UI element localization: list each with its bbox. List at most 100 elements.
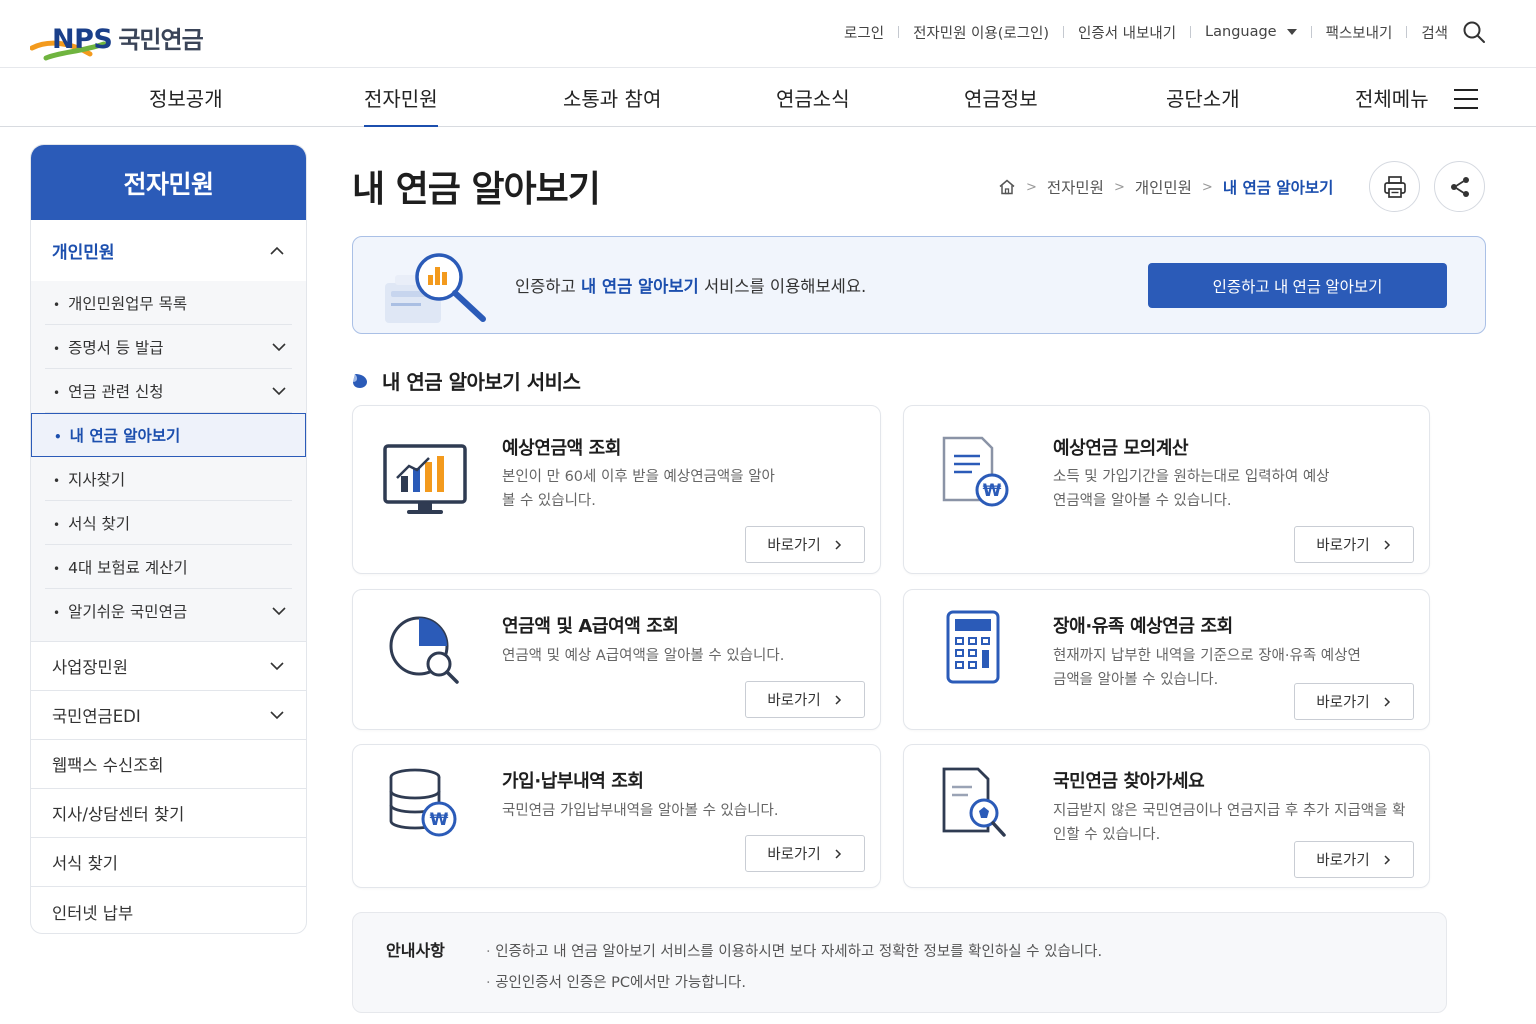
nps-logo[interactable]: NPS 국민연금 [30,18,250,64]
divider [898,26,900,38]
hamburger-icon[interactable] [1454,89,1480,109]
civil-login-link[interactable]: 전자민원 이용(로그인) [913,22,1049,43]
go-button[interactable]: 바로가기 [1294,841,1414,878]
divider [1310,26,1312,38]
go-label: 바로가기 [1316,853,1370,869]
share-button[interactable] [1434,161,1485,212]
sidebar-item-pension-apply[interactable]: • 연금 관련 신청 [45,369,292,413]
monitor-chart-icon [383,444,467,514]
card-desc: 소득 및 가입기간을 원하는대로 입력하여 예상연금액을 알아볼 수 있습니다. [1053,469,1330,509]
gnb-item-news[interactable]: 연금소식 [776,83,850,127]
service-card-payment-history: ₩ 가입·납부내역 조회 국민연금 가입납부내역을 알아볼 수 있습니다. 바로… [352,744,881,888]
auth-button[interactable]: 인증하고 내 연금 알아보기 [1148,263,1447,308]
gnb-item-all-menu[interactable]: 전체메뉴 [1355,83,1429,127]
sidebar-item-civil-list[interactable]: • 개인민원업무 목록 [45,281,292,325]
chevron-down-icon [270,711,284,720]
go-button[interactable]: 바로가기 [1294,526,1414,563]
sidebar-submenu: • 개인민원업무 목록 • 증명서 등 발급 • 연금 관련 신청 • 내 연금 알아보… [31,281,306,642]
document-won-icon: ₩ [942,436,1009,507]
sidebar-item-label: 내 연금 알아보기 [69,427,181,445]
search-button[interactable]: 검색 [1421,20,1486,44]
sidebar-item-forms[interactable]: 서식 찾기 [31,838,306,887]
gnb-item-communication[interactable]: 소통과 참여 [563,83,661,127]
go-button[interactable]: 바로가기 [745,526,865,563]
sidebar-item-label: 인터넷 납부 [52,903,134,923]
sidebar-item-webfax[interactable]: 웹팩스 수신조회 [31,740,306,789]
top-bar: NPS 국민연금 로그인 전자민원 이용(로그인) 인증서 내보내기 Langua… [0,0,1536,68]
card-desc: 지급받지 않은 국민연금이나 연금지급 후 추가 지급액을 확인할 수 있습니다… [1053,803,1406,843]
sidebar-item-easy-pension[interactable]: • 알기쉬운 국민연금 [45,589,292,633]
card-desc: 연금액 및 예상 A급여액을 알아볼 수 있습니다. [502,648,785,664]
service-card-a-benefit: 연금액 및 A급여액 조회 연금액 및 예상 A급여액을 알아볼 수 있습니다.… [352,589,881,730]
divider [1190,26,1192,38]
notice-title: 안내사항 [386,941,445,960]
go-button[interactable]: 바로가기 [745,835,865,872]
service-card-expected-pension: 예상연금액 조회 본인이 만 60세 이후 받을 예상연금액을 알아볼 수 있습… [352,405,881,574]
language-label: Language [1205,24,1277,40]
breadcrumb-item[interactable]: 전자민원 [1047,176,1104,198]
main-nav: 정보공개 전자민원 소통과 참여 연금소식 연금정보 공단소개 전체메뉴 [0,69,1536,127]
go-button[interactable]: 바로가기 [745,681,865,718]
go-button[interactable]: 바로가기 [1294,683,1414,720]
printer-icon [1383,175,1406,198]
sidebar-item-center-find[interactable]: 지사/상담센터 찾기 [31,789,306,838]
chevron-right-icon [835,848,841,859]
sidebar-item-label: 국민연금EDI [52,707,141,726]
chevron-down-icon [272,342,286,351]
service-card-disability-survivor: 장애·유족 예상연금 조회 현재까지 납부한 내역을 기준으로 장애·유족 예상… [903,589,1430,730]
card-title: 예상연금액 조회 [502,438,621,459]
gnb-item-info[interactable]: 정보공개 [149,83,223,127]
sidebar-item-label: 사업장민원 [52,658,128,677]
gnb-item-about[interactable]: 공단소개 [1166,83,1240,127]
bullet: • [53,606,61,620]
sidebar-item-insurance-calc[interactable]: • 4대 보험료 계산기 [45,545,292,589]
chevron-down-icon [272,607,286,616]
breadcrumb-separator: > [1201,179,1213,195]
auth-text-highlight: 내 연금 알아보기 [580,277,699,296]
breadcrumb-item[interactable]: 개인민원 [1135,176,1192,198]
print-button[interactable] [1369,161,1420,212]
sidebar-item-label: 연금 관련 신청 [68,382,164,401]
search-icon [1463,21,1485,43]
gnb-item-e-civil[interactable]: 전자민원 [364,83,438,127]
chevron-down-icon [270,662,284,671]
language-select[interactable]: Language [1205,24,1297,40]
sidebar-item-form-find[interactable]: • 서식 찾기 [45,501,292,545]
calculator-icon [946,610,1000,684]
home-icon[interactable] [998,178,1016,196]
card-title: 장애·유족 예상연금 조회 [1053,616,1233,637]
chevron-right-icon [835,539,841,550]
sidebar-item-label: 서식 찾기 [68,514,131,533]
share-icon [1450,176,1469,197]
svg-text:₩: ₩ [983,481,1002,501]
auth-message: 인증하고 내 연금 알아보기 서비스를 이용해보세요. [515,273,866,297]
chevron-right-icon [835,694,841,705]
card-title: 연금액 및 A급여액 조회 [502,616,679,637]
fax-link[interactable]: 팩스보내기 [1326,22,1393,43]
sidebar-item-edi[interactable]: 국민연금EDI [31,691,306,740]
caret-down-icon [1286,29,1297,35]
sidebar-item-my-pension[interactable]: • 내 연금 알아보기 [31,413,306,457]
login-link[interactable]: 로그인 [844,22,884,43]
breadcrumb-current[interactable]: 내 연금 알아보기 [1223,176,1334,198]
service-card-find-pension: 국민연금 찾아가세요 지급받지 않은 국민연금이나 연금지급 후 추가 지급액을… [903,744,1430,888]
sidebar-section-label: 개인민원 [52,243,115,263]
bullet: • [53,517,61,532]
go-label: 바로가기 [1316,538,1370,554]
sidebar-item-certificate[interactable]: • 증명서 등 발급 [45,325,292,369]
gnb-item-pension-info[interactable]: 연금정보 [964,83,1038,127]
sidebar-section-personal: 개인민원 • 개인민원업무 목록 • 증명서 등 발급 • 연금 관련 신청 • 내 연… [31,220,306,642]
chevron-up-icon [270,246,284,255]
auth-banner: 인증하고 내 연금 알아보기 서비스를 이용해보세요. 인증하고 내 연금 알아… [352,236,1486,334]
sidebar-section-toggle[interactable]: 개인민원 [31,220,306,281]
notice-item: 공인인증서 인증은 PC에서만 가능합니다. [486,968,1102,999]
page-title: 내 연금 알아보기 [352,169,601,210]
go-label: 바로가기 [767,693,821,709]
sidebar-item-branch-find[interactable]: • 지사찾기 [45,457,292,501]
sidebar-item-business[interactable]: 사업장민원 [31,642,306,691]
sidebar-item-internet-pay[interactable]: 인터넷 납부 [31,887,306,933]
cert-export-link[interactable]: 인증서 내보내기 [1078,22,1176,43]
pie-search-icon [389,616,459,684]
card-title: 가입·납부내역 조회 [502,771,644,792]
notice-box: 안내사항 인증하고 내 연금 알아보기 서비스를 이용하시면 보다 자세하고 정… [352,912,1447,1013]
